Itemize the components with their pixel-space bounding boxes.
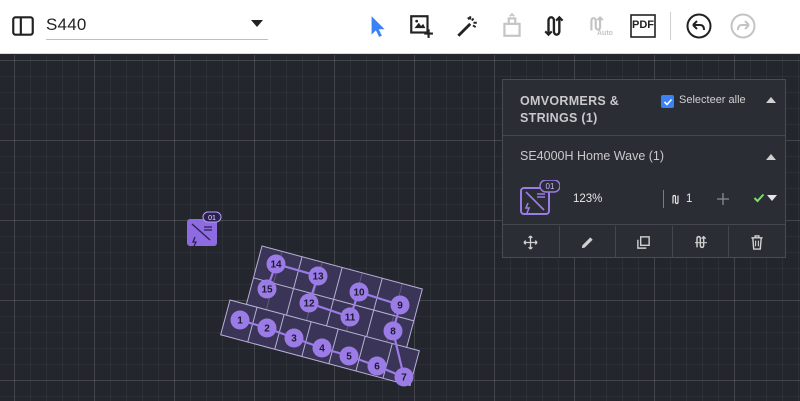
move-button[interactable]: [503, 226, 560, 258]
svg-text:1: 1: [237, 316, 243, 327]
svg-text:7: 7: [401, 373, 407, 384]
stringing-button[interactable]: [673, 226, 730, 258]
delete-icon: [751, 234, 763, 250]
inverter-badge: 01: [546, 182, 555, 191]
module-node[interactable]: 11: [340, 307, 360, 327]
module-node[interactable]: 1: [230, 310, 250, 330]
edit-icon: [581, 236, 593, 248]
module-node[interactable]: 6: [367, 356, 387, 376]
string-icon: [694, 235, 707, 249]
svg-text:5: 5: [346, 352, 352, 363]
svg-text:2: 2: [264, 324, 270, 335]
string-icon: [672, 194, 679, 204]
inverter-group-header: SE4000H Home Wave (1): [503, 137, 785, 175]
string-count: 1: [663, 190, 692, 208]
copy-button[interactable]: [616, 226, 673, 258]
inverter-percentage: 123%: [573, 193, 603, 205]
module-node[interactable]: 8: [383, 321, 403, 341]
svg-text:9: 9: [397, 301, 403, 312]
module-node[interactable]: 10: [349, 282, 369, 302]
module-node[interactable]: 13: [308, 266, 328, 286]
chevron-up-icon[interactable]: [765, 96, 777, 104]
panel-title: OMVORMERS & STRINGS (1): [520, 94, 620, 125]
svg-text:11: 11: [345, 313, 356, 324]
inverter-marker-icon[interactable]: 01: [187, 211, 222, 247]
module-node[interactable]: 3: [284, 328, 304, 348]
module-node[interactable]: 2: [257, 318, 277, 338]
crosshair-icon[interactable]: [716, 192, 730, 206]
edit-button[interactable]: [560, 226, 617, 258]
svg-text:8: 8: [390, 327, 396, 338]
string-count-value: 1: [686, 193, 693, 205]
svg-text:15: 15: [261, 285, 273, 296]
svg-text:13: 13: [312, 272, 324, 283]
svg-text:14: 14: [270, 260, 282, 271]
module-node[interactable]: 14: [266, 254, 286, 274]
select-all-label[interactable]: Selecteer alle: [679, 94, 746, 106]
inverter-icon: 01: [520, 180, 560, 215]
inverter-row[interactable]: 01 123% 1: [503, 175, 785, 225]
panel-actions: [503, 226, 785, 258]
move-icon: [523, 234, 538, 250]
inverters-strings-panel: OMVORMERS & STRINGS (1) Selecteer alle S…: [502, 79, 786, 258]
panel-header: OMVORMERS & STRINGS (1) Selecteer alle: [503, 80, 785, 136]
delete-button[interactable]: [729, 226, 785, 258]
chevron-down-icon[interactable]: [767, 195, 777, 201]
copy-icon: [637, 235, 651, 249]
svg-text:4: 4: [319, 344, 325, 355]
select-all-checkbox[interactable]: [661, 95, 674, 108]
module-node[interactable]: 9: [390, 295, 410, 315]
checkmark-status-icon: [753, 193, 765, 203]
module-node[interactable]: 4: [312, 338, 332, 358]
module-node[interactable]: 7: [394, 367, 414, 387]
inverter-name: SE4000H Home Wave (1): [520, 149, 665, 163]
svg-text:6: 6: [374, 362, 380, 373]
inverter-marker-badge: 01: [208, 215, 216, 222]
svg-text:12: 12: [303, 299, 315, 310]
module-node[interactable]: 15: [257, 279, 277, 299]
module-node[interactable]: 12: [299, 293, 319, 313]
check-icon: [663, 98, 672, 106]
svg-text:10: 10: [353, 288, 365, 299]
svg-text:3: 3: [291, 334, 297, 345]
module-node[interactable]: 5: [339, 346, 359, 366]
chevron-up-icon[interactable]: [765, 153, 777, 161]
